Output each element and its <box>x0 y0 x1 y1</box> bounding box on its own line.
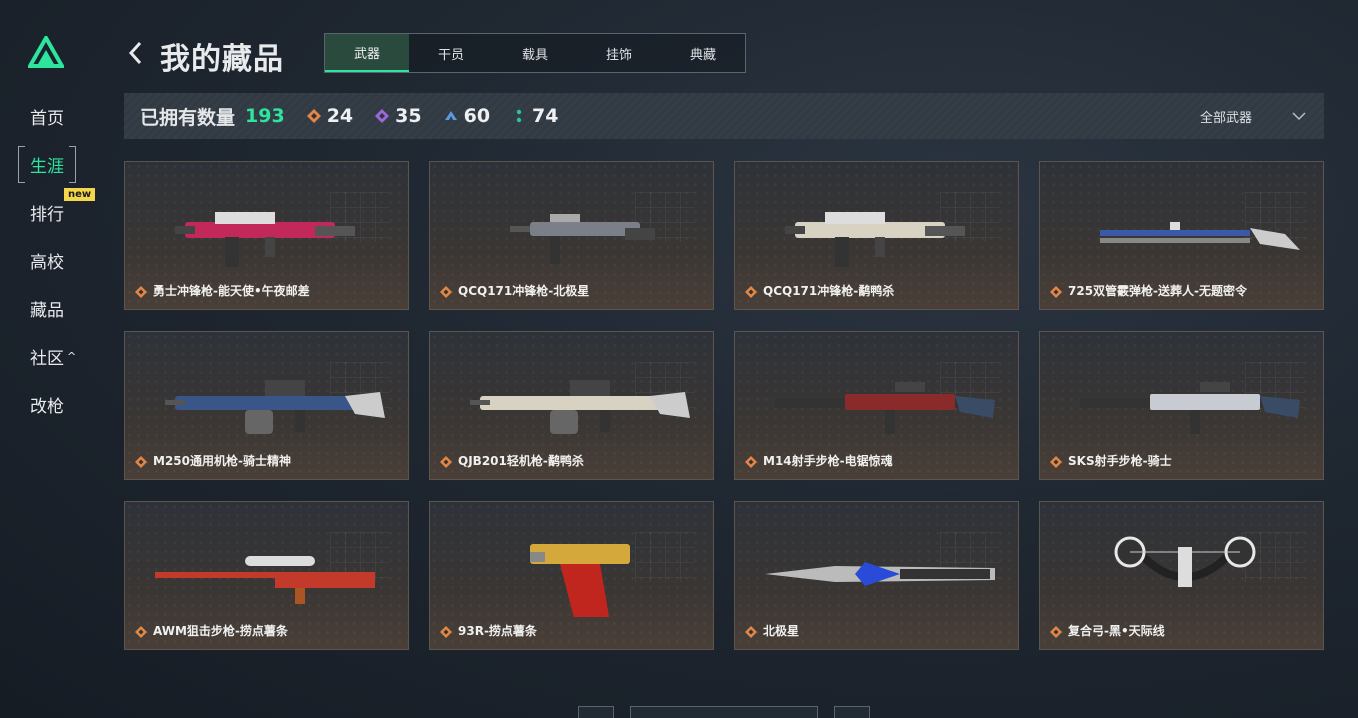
weapon-card[interactable]: QJB201轻机枪-鹬鸭杀 <box>429 331 714 480</box>
rarity-diamond-icon <box>440 456 452 468</box>
weapon-image <box>775 382 995 434</box>
caret-up-icon: ^ <box>67 349 77 363</box>
rarity-diamond-icon <box>440 626 452 638</box>
sidebar-item-ranking[interactable]: 排行 new <box>18 188 98 236</box>
orange-diamond-icon <box>306 109 321 123</box>
stat-purple: 35 <box>375 105 422 127</box>
weapon-image <box>155 556 375 604</box>
weapon-card[interactable]: SKS射手步枪-骑士 <box>1039 331 1324 480</box>
page-title: 我的藏品 <box>160 42 284 77</box>
rarity-diamond-icon <box>135 626 147 638</box>
rarity-diamond-icon <box>745 626 757 638</box>
sidebar-item-label: 生涯 <box>18 145 76 183</box>
weapon-card[interactable]: 93R-捞点薯条 <box>429 501 714 650</box>
weapon-card-name: M250通用机枪-骑士精神 <box>153 454 291 468</box>
rarity-diamond-icon <box>440 286 452 298</box>
weapon-image <box>765 562 995 586</box>
rarity-diamond-icon <box>745 286 757 298</box>
sidebar-item-collection[interactable]: 藏品 <box>18 284 98 332</box>
weapon-card[interactable]: 复合弓-黑•天际线 <box>1039 501 1324 650</box>
rarity-diamond-icon <box>135 456 147 468</box>
stat-value: 60 <box>463 105 491 127</box>
stat-blue: 60 <box>444 105 490 127</box>
owned-label: 已拥有数量 <box>140 106 236 129</box>
weapon-image <box>1080 382 1300 434</box>
weapon-image <box>1114 536 1256 587</box>
stats-bar: 已拥有数量 193 24 35 60 74 全部武器 <box>124 93 1324 139</box>
stat-orange: 24 <box>306 105 354 127</box>
prev-page-button[interactable] <box>578 706 614 718</box>
rarity-diamond-icon <box>135 286 147 298</box>
sidebar-item-label: 首页 <box>30 108 64 129</box>
sidebar-item-career[interactable]: 生涯 <box>18 140 98 188</box>
sidebar-item-label: 高校 <box>30 252 64 273</box>
back-arrow-icon[interactable] <box>126 40 146 66</box>
sidebar-item-label: 社区 <box>30 348 64 369</box>
green-colon-icon <box>516 109 522 123</box>
sidebar-item-university[interactable]: 高校 <box>18 236 98 284</box>
weapon-card-name: 复合弓-黑•天际线 <box>1068 624 1165 638</box>
weapon-card[interactable]: QCQ171冲锋枪-鹬鸭杀 <box>734 161 1019 310</box>
tab-vehicles[interactable]: 载具 <box>493 34 577 72</box>
weapon-card[interactable]: M14射手步枪-电锯惊魂 <box>734 331 1019 480</box>
weapon-card[interactable]: 725双管霰弹枪-送葬人-无题密令 <box>1039 161 1324 310</box>
weapon-card-name: QJB201轻机枪-鹬鸭杀 <box>458 454 584 468</box>
sidebar-item-label: 排行 <box>30 204 64 225</box>
sidebar-item-home[interactable]: 首页 <box>18 92 98 140</box>
rarity-diamond-icon <box>745 456 757 468</box>
rarity-diamond-icon <box>1050 456 1062 468</box>
tab-weapons[interactable]: 武器 <box>325 34 409 72</box>
next-page-button[interactable] <box>834 706 870 718</box>
owned-count: 193 <box>245 105 285 127</box>
weapon-image <box>785 212 965 267</box>
weapon-image <box>510 214 655 264</box>
sidebar-item-gunsmith[interactable]: 改枪 <box>18 380 98 428</box>
weapon-card[interactable]: AWM狙击步枪-捞点薯条 <box>124 501 409 650</box>
weapon-card-name: 北极星 <box>763 624 800 638</box>
chevron-down-icon <box>1292 112 1306 121</box>
sidebar-item-community[interactable]: 社区 ^ <box>18 332 98 380</box>
stat-green: 74 <box>512 105 559 127</box>
tab-collectibles[interactable]: 典藏 <box>661 34 745 72</box>
new-badge: new <box>64 188 96 201</box>
weapon-card-name: M14射手步枪-电锯惊魂 <box>763 454 893 468</box>
weapon-filter-dropdown[interactable]: 全部武器 <box>1200 93 1306 139</box>
weapon-card-name: QCQ171冲锋枪-鹬鸭杀 <box>763 284 895 298</box>
tab-operators[interactable]: 干员 <box>409 34 493 72</box>
weapon-card-name: AWM狙击步枪-捞点薯条 <box>153 624 288 638</box>
weapon-image <box>1100 222 1300 250</box>
logo-icon[interactable] <box>28 36 64 68</box>
purple-diamond-icon <box>375 109 390 123</box>
page-indicator <box>630 706 818 718</box>
weapon-card-name: 93R-捞点薯条 <box>458 624 537 638</box>
weapon-card-name: QCQ171冲锋枪-北极星 <box>458 284 590 298</box>
rarity-diamond-icon <box>1050 626 1062 638</box>
rarity-diamond-icon <box>1050 286 1062 298</box>
weapon-card-name: 725双管霰弹枪-送葬人-无题密令 <box>1068 284 1248 298</box>
tab-charms[interactable]: 挂饰 <box>577 34 661 72</box>
weapon-image <box>165 380 385 434</box>
weapon-card-name: SKS射手步枪-骑士 <box>1068 454 1172 468</box>
stat-value: 35 <box>395 105 422 127</box>
weapon-image <box>470 380 690 434</box>
weapon-image <box>175 212 355 267</box>
sidebar-item-label: 藏品 <box>30 300 64 321</box>
sidebar-item-label: 改枪 <box>30 396 64 417</box>
category-tabs: 武器 干员 载具 挂饰 典藏 <box>324 33 746 73</box>
weapon-card[interactable]: 勇士冲锋枪-能天使•午夜邮差 <box>124 161 409 310</box>
weapon-card[interactable]: QCQ171冲锋枪-北极星 <box>429 161 714 310</box>
filter-label: 全部武器 <box>1199 110 1252 126</box>
weapon-card[interactable]: M250通用机枪-骑士精神 <box>124 331 409 480</box>
stat-value: 24 <box>326 105 354 127</box>
sidebar-nav: 首页 生涯 排行 new 高校 藏品 社区 ^ 改枪 <box>18 92 98 428</box>
stat-value: 74 <box>532 105 559 127</box>
weapon-card[interactable]: 北极星 <box>734 501 1019 650</box>
weapon-card-name: 勇士冲锋枪-能天使•午夜邮差 <box>153 284 310 298</box>
weapon-image <box>530 544 630 617</box>
blue-chevron-icon <box>444 111 457 120</box>
